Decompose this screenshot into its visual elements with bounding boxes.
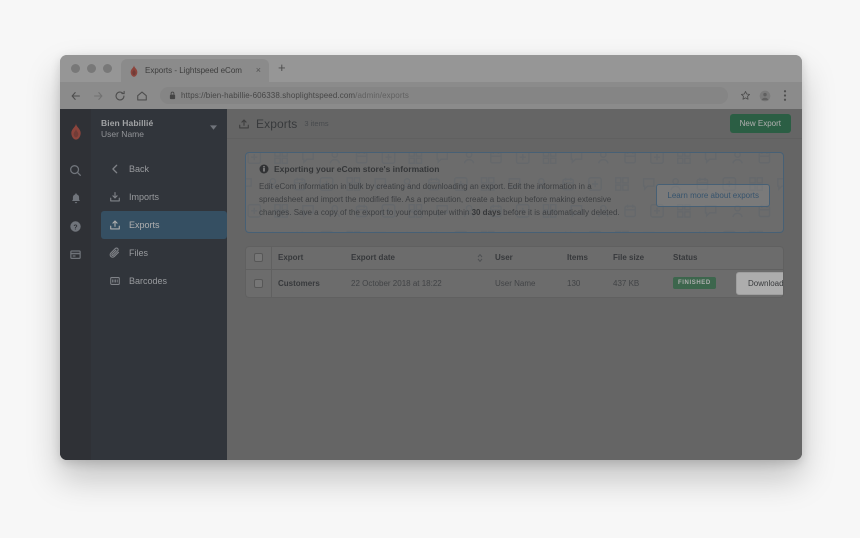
import-icon xyxy=(108,191,121,203)
back-navigation-icon[interactable] xyxy=(66,86,86,106)
checkbox-box xyxy=(254,278,263,288)
cell-file-size: 437 KB xyxy=(613,278,640,288)
maximize-window-button[interactable] xyxy=(103,64,112,73)
app-nav-sidebar: Bien Habillié User Name Back Imports Exp… xyxy=(91,109,227,460)
browser-tab-title: Exports - Lightspeed eCom xyxy=(145,66,242,75)
account-avatar-icon[interactable] xyxy=(756,87,774,105)
cell-status: FINISHED xyxy=(667,277,730,290)
table-row[interactable]: Customers 22 October 2018 at 18:22 User … xyxy=(246,269,783,297)
info-circle-icon xyxy=(259,164,269,174)
address-bar-url: https://bien-habillie-606338.shoplightsp… xyxy=(181,91,409,100)
forward-navigation-icon[interactable] xyxy=(88,86,108,106)
svg-text:?: ? xyxy=(73,224,77,231)
banner-text-bold: 30 days xyxy=(471,208,501,218)
new-tab-button[interactable]: + xyxy=(269,61,295,76)
sidebar-item-back[interactable]: Back xyxy=(101,155,227,183)
learn-more-about-exports-button[interactable]: Learn more about exports xyxy=(656,184,770,207)
sidebar-item-files[interactable]: Files xyxy=(101,239,227,267)
cell-items: 130 xyxy=(567,278,581,288)
sidebar-item-exports[interactable]: Exports xyxy=(101,210,227,239)
column-header-items[interactable]: Items xyxy=(561,253,607,262)
minimize-window-button[interactable] xyxy=(87,64,96,73)
sidebar-item-label: Back xyxy=(129,163,150,174)
sidebar-item-imports[interactable]: Imports xyxy=(101,183,227,211)
banner-heading-text: Exporting your eCom store's information xyxy=(274,164,440,174)
address-bar[interactable]: https://bien-habillie-606338.shoplightsp… xyxy=(160,87,728,104)
new-export-button[interactable]: New Export xyxy=(729,114,791,133)
banner-body: Exporting your eCom store's information … xyxy=(259,164,646,220)
account-switcher[interactable]: Bien Habillié User Name xyxy=(91,109,227,150)
chevron-left-icon xyxy=(108,164,121,174)
three-dot-menu-icon[interactable] xyxy=(776,87,794,105)
column-header-status[interactable]: Status xyxy=(667,253,730,262)
help-circle-icon[interactable]: ? xyxy=(60,212,91,240)
paperclip-icon xyxy=(108,247,121,259)
sidebar-item-barcodes[interactable]: Barcodes xyxy=(101,267,227,295)
chevron-down-icon[interactable] xyxy=(210,125,217,132)
cell-action: Download xyxy=(730,271,783,295)
download-button[interactable]: Download xyxy=(736,271,783,295)
close-window-button[interactable] xyxy=(71,64,80,73)
url-path: /admin/exports xyxy=(355,91,410,100)
barcode-icon xyxy=(108,275,121,287)
cell-export-name: Customers xyxy=(278,278,320,288)
page-viewport: ? Bien Habillié User Name Back Imports E… xyxy=(60,109,802,460)
main-content: Exports 3 items New Export Exporting you… xyxy=(227,109,802,460)
row-select-checkbox[interactable] xyxy=(246,269,272,297)
exports-table: Export Export date User Items File size … xyxy=(245,245,784,298)
column-header-file-size[interactable]: File size xyxy=(607,253,667,262)
lightspeed-flame-logo-icon[interactable] xyxy=(60,116,91,146)
search-icon[interactable] xyxy=(60,156,91,184)
select-all-checkbox[interactable] xyxy=(246,246,272,269)
close-tab-icon[interactable]: × xyxy=(254,66,263,75)
column-header-user[interactable]: User xyxy=(489,253,561,262)
info-banner: Exporting your eCom store's information … xyxy=(245,152,784,233)
page-header: Exports 3 items New Export xyxy=(227,109,802,139)
status-badge: FINISHED xyxy=(673,277,716,290)
export-icon xyxy=(238,118,250,130)
store-card-icon[interactable] xyxy=(60,240,91,268)
column-header-label: Export date xyxy=(351,253,396,263)
lightspeed-flame-icon xyxy=(130,64,138,77)
reload-page-icon[interactable] xyxy=(110,86,130,106)
browser-tab[interactable]: Exports - Lightspeed eCom × xyxy=(121,59,269,82)
app-icon-rail: ? xyxy=(60,109,91,460)
item-count: 3 items xyxy=(304,119,329,128)
content-body: Exporting your eCom store's information … xyxy=(227,139,802,460)
account-user-name: User Name xyxy=(101,128,144,139)
account-shop-name: Bien Habillié xyxy=(101,118,154,128)
column-header-export-date[interactable]: Export date xyxy=(345,253,489,263)
banner-description: Edit eCom information in bulk by creatin… xyxy=(259,180,631,220)
url-origin: https://bien-habillie-606338.shoplightsp… xyxy=(181,91,356,100)
browser-window: Exports - Lightspeed eCom × + https://bi… xyxy=(60,55,802,460)
lock-icon xyxy=(169,91,176,100)
cell-export-date: 22 October 2018 at 18:22 xyxy=(351,278,442,288)
column-header-export[interactable]: Export xyxy=(272,253,345,262)
sidebar-item-label: Barcodes xyxy=(129,275,168,286)
window-traffic-lights xyxy=(68,55,121,82)
sort-updown-icon[interactable] xyxy=(477,253,483,263)
cell-user: User Name xyxy=(495,278,536,288)
browser-tab-strip: Exports - Lightspeed eCom × + xyxy=(60,55,802,82)
banner-text-part-2: before it is automatically deleted. xyxy=(500,208,620,218)
table-header-row: Export Export date User Items File size … xyxy=(246,246,783,270)
sidebar-item-label: Imports xyxy=(129,191,160,202)
checkbox-box xyxy=(254,253,263,263)
sidebar-item-label: Files xyxy=(129,247,149,258)
home-icon[interactable] xyxy=(132,86,152,106)
page-title: Exports xyxy=(256,116,298,131)
export-icon xyxy=(108,219,121,231)
sidebar-item-label: Exports xyxy=(129,219,160,230)
account-names: Bien Habillié User Name xyxy=(101,118,206,140)
notifications-bell-icon[interactable] xyxy=(60,184,91,212)
banner-heading: Exporting your eCom store's information xyxy=(259,164,646,174)
star-icon[interactable] xyxy=(736,87,754,105)
browser-toolbar: https://bien-habillie-606338.shoplightsp… xyxy=(60,82,802,109)
